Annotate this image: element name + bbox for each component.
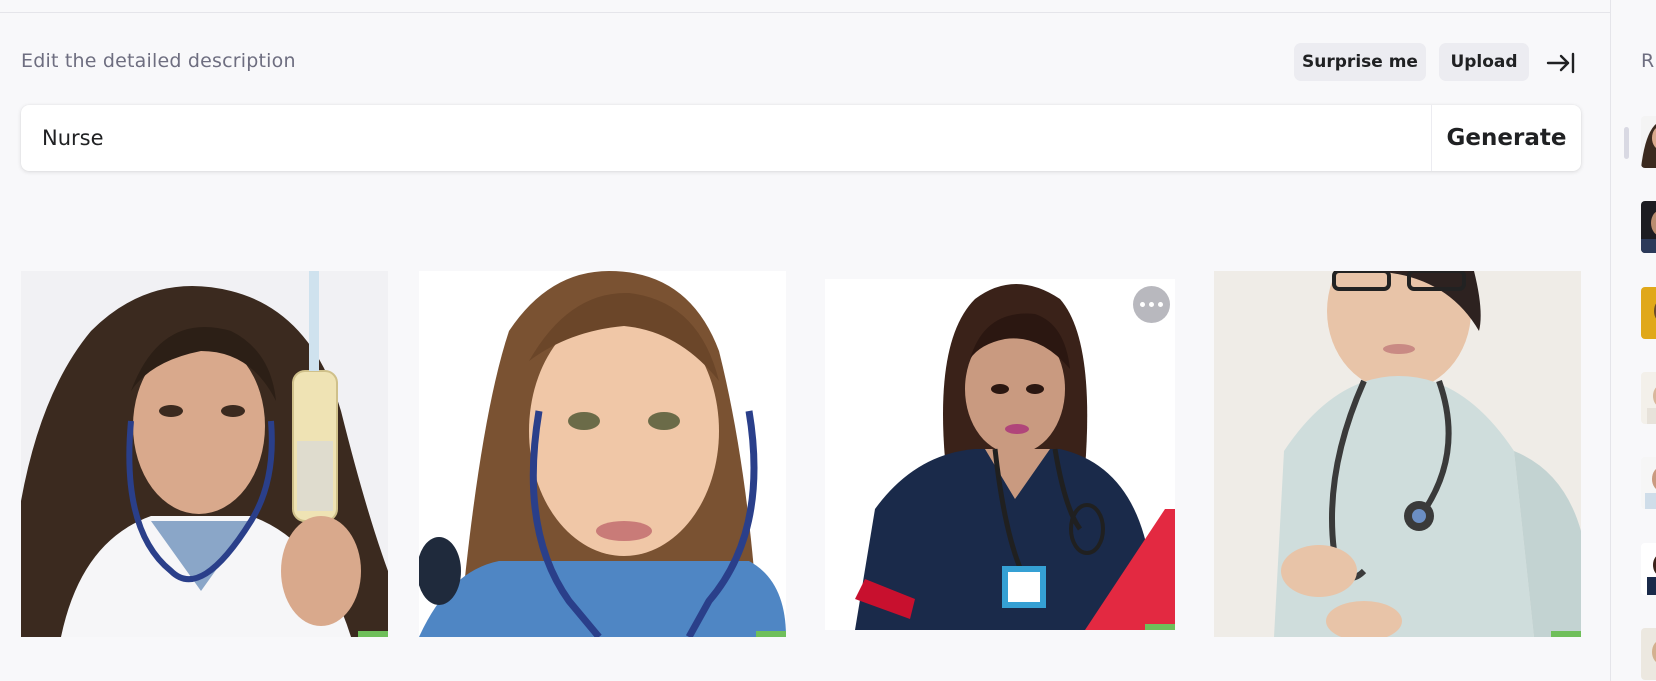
history-thumbnail[interactable]	[1641, 628, 1656, 680]
result-image-4[interactable]	[1214, 271, 1581, 637]
thumbnail-image	[1641, 201, 1656, 253]
thumbnail-image	[1641, 287, 1656, 339]
sidebar-heading: R	[1641, 50, 1655, 72]
history-thumbnail[interactable]	[1641, 201, 1656, 253]
history-thumbnail[interactable]	[1641, 287, 1656, 339]
nurse-scrubs-image	[825, 279, 1175, 630]
nurse-stethoscope-image	[419, 271, 786, 637]
more-options-button[interactable]	[1133, 286, 1170, 323]
generate-button[interactable]: Generate	[1432, 105, 1581, 171]
nurse-glasses-image	[1214, 271, 1581, 637]
prompt-bar: Generate	[21, 105, 1581, 171]
prompt-input[interactable]	[21, 105, 1431, 171]
history-thumbnail[interactable]	[1641, 116, 1656, 168]
sidebar-scrollbar[interactable]	[1624, 127, 1629, 159]
description-label: Edit the detailed description	[21, 50, 296, 72]
history-thumbnail[interactable]	[1641, 543, 1656, 595]
dot-icon	[1158, 302, 1163, 307]
result-image-1[interactable]	[21, 271, 388, 637]
history-thumbnail[interactable]	[1641, 457, 1656, 509]
result-image-2[interactable]	[419, 271, 786, 637]
main-panel: Edit the detailed description Surprise m…	[0, 0, 1610, 681]
nurse-syringe-image	[21, 271, 388, 637]
surprise-me-button[interactable]: Surprise me	[1294, 43, 1426, 81]
dot-icon	[1140, 302, 1145, 307]
dot-icon	[1149, 302, 1154, 307]
thumbnail-image	[1641, 116, 1656, 168]
upload-button[interactable]: Upload	[1439, 43, 1529, 81]
thumbnail-image	[1641, 372, 1656, 424]
collapse-sidebar-icon[interactable]	[1546, 50, 1576, 76]
thumbnail-image	[1641, 543, 1656, 595]
top-divider	[0, 12, 1610, 13]
result-image-3[interactable]	[825, 279, 1175, 630]
recent-sidebar: R	[1610, 0, 1656, 681]
history-thumbnail[interactable]	[1641, 372, 1656, 424]
thumbnail-image	[1641, 457, 1656, 509]
thumbnail-image	[1641, 628, 1656, 680]
